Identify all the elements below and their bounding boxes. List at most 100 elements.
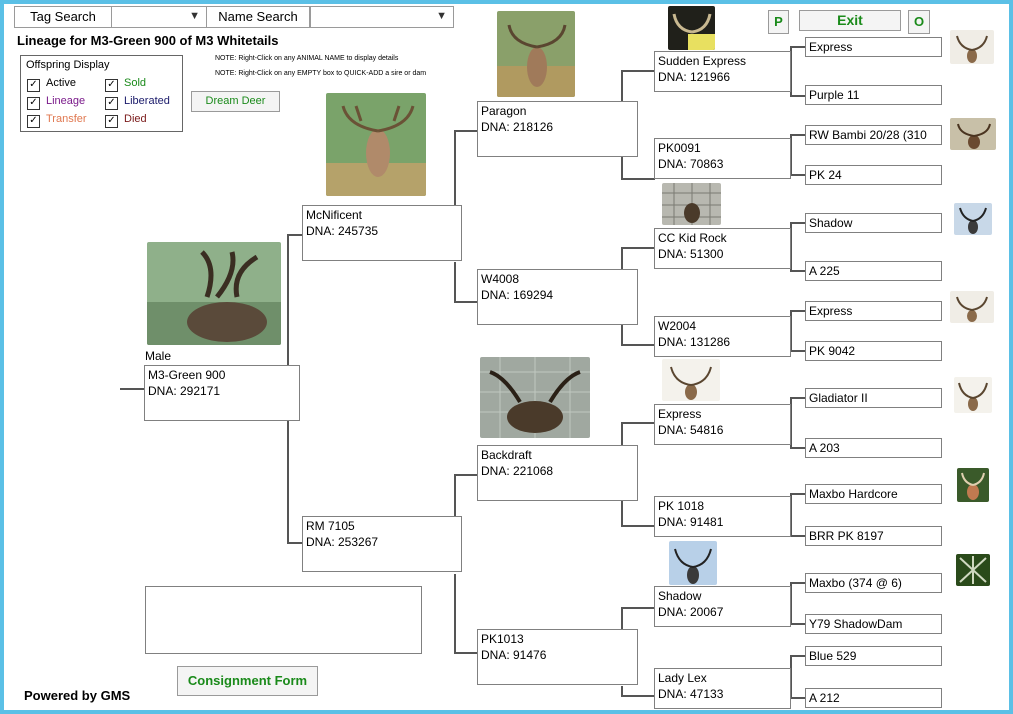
checkbox-transfer[interactable]: ✓ Transfer [27, 113, 87, 128]
ancestor-name-box[interactable]: A 203 [805, 438, 942, 458]
animal-name[interactable]: McNificent [306, 207, 458, 223]
animal-name[interactable]: Shadow [658, 588, 787, 604]
cc-kid-rock-deer-photo [662, 183, 721, 225]
exit-button[interactable]: Exit [799, 10, 901, 31]
chevron-down-icon: ▼ [436, 10, 447, 22]
animal-name[interactable]: Lady Lex [658, 670, 787, 686]
offspring-display-title: Offspring Display [26, 59, 110, 71]
ancestor-box[interactable]: Shadow DNA: 20067 [654, 586, 791, 627]
backdraft-deer-photo [480, 357, 590, 438]
powered-by-label: Powered by GMS [24, 688, 131, 703]
animal-name[interactable]: Backdraft [481, 447, 634, 463]
animal-name[interactable]: CC Kid Rock [658, 230, 787, 246]
ancestor-name-box[interactable]: Gladiator II [805, 388, 942, 408]
ancestor-box[interactable]: Express DNA: 54816 [654, 404, 791, 445]
offspring-display-panel: Offspring Display ✓ Active ✓ Lineage ✓ Tran… [20, 55, 183, 132]
ancestor-name-box[interactable]: Maxbo (374 @ 6) [805, 573, 942, 593]
ancestor-name-box[interactable]: BRR PK 8197 [805, 526, 942, 546]
checkbox-active[interactable]: ✓ Active [27, 77, 76, 92]
check-icon: ✓ [105, 79, 118, 92]
animal-name[interactable]: Paragon [481, 103, 634, 119]
animal-name[interactable]: Sudden Express [658, 53, 787, 69]
check-icon: ✓ [27, 115, 40, 128]
tag-search-label: Tag Search [14, 6, 112, 28]
animal-dna: DNA: 221068 [481, 464, 554, 478]
check-icon: ✓ [27, 79, 40, 92]
express-deer-photo-3 [662, 359, 720, 401]
animal-dna: DNA: 47133 [658, 687, 724, 701]
express-deer-photo-2 [950, 291, 994, 323]
animal-name[interactable]: RM 7105 [306, 518, 458, 534]
ancestor-name-box[interactable]: Express [805, 301, 942, 321]
p-button[interactable]: P [768, 10, 789, 34]
checkbox-label-liberated: Liberated [124, 95, 170, 107]
animal-name[interactable]: W4008 [481, 271, 634, 287]
animal-dna: DNA: 245735 [306, 224, 379, 238]
animal-name[interactable]: W2004 [658, 318, 787, 334]
ancestor-box[interactable]: PK0091 DNA: 70863 [654, 138, 791, 179]
dream-deer-button[interactable]: Dream Deer [191, 91, 280, 112]
animal-dna: DNA: 91481 [658, 515, 724, 529]
page-title: Lineage for M3-Green 900 of M3 Whitetail… [17, 33, 279, 48]
paragon-deer-photo [497, 11, 575, 97]
ancestor-box[interactable]: PK1013 DNA: 91476 [477, 629, 638, 685]
animal-dna: DNA: 218126 [481, 120, 554, 134]
checkbox-died[interactable]: ✓ Died [105, 113, 147, 128]
subject-box[interactable]: M3-Green 900 DNA: 292171 [144, 365, 300, 421]
animal-name[interactable]: Express [658, 406, 787, 422]
animal-dna: DNA: 20067 [658, 605, 724, 619]
dam-box[interactable]: RM 7105 DNA: 253267 [302, 516, 462, 572]
checkbox-label-sold: Sold [124, 77, 147, 89]
rw-bambi-deer-photo [950, 118, 996, 150]
ancestor-name-box[interactable]: Maxbo Hardcore [805, 484, 942, 504]
chevron-down-icon: ▼ [189, 10, 200, 22]
ancestor-box[interactable]: Backdraft DNA: 221068 [477, 445, 638, 501]
ancestor-name-box[interactable]: PK 24 [805, 165, 942, 185]
ancestor-name-box[interactable]: Shadow [805, 213, 942, 233]
ancestor-name-box[interactable]: RW Bambi 20/28 (310 [805, 125, 942, 145]
animal-dna: DNA: 70863 [658, 157, 724, 171]
animal-name[interactable]: PK1013 [481, 631, 634, 647]
checkbox-label-active: Active [46, 77, 76, 89]
maxbo-deer-photo [956, 554, 990, 586]
ancestor-name-box[interactable]: A 212 [805, 688, 942, 708]
checkbox-lineage[interactable]: ✓ Lineage [27, 95, 85, 110]
checkbox-sold[interactable]: ✓ Sold [105, 77, 146, 92]
animal-name[interactable]: PK0091 [658, 140, 787, 156]
ancestor-name-box[interactable]: A 225 [805, 261, 942, 281]
sire-box[interactable]: McNificent DNA: 245735 [302, 205, 462, 261]
shadow-deer-photo-2 [669, 541, 717, 585]
ancestor-name-box[interactable]: Express [805, 37, 942, 57]
checkbox-label-lineage: Lineage [46, 95, 86, 107]
ancestor-box[interactable]: W4008 DNA: 169294 [477, 269, 638, 325]
o-button[interactable]: O [908, 10, 930, 34]
name-search-select[interactable]: ▼ [310, 6, 454, 28]
shadow-deer-photo [954, 203, 992, 235]
ancestor-name-box[interactable]: PK 9042 [805, 341, 942, 361]
ancestor-name-box[interactable]: Blue 529 [805, 646, 942, 666]
check-icon: ✓ [105, 97, 118, 110]
animal-name[interactable]: M3-Green 900 [148, 367, 296, 383]
tag-search-select[interactable]: ▼ [111, 6, 207, 28]
checkbox-liberated[interactable]: ✓ Liberated [105, 95, 170, 110]
ancestor-name-box[interactable]: Y79 ShadowDam [805, 614, 942, 634]
ancestor-name-box[interactable]: Purple 11 [805, 85, 942, 105]
ancestor-box[interactable]: W2004 DNA: 131286 [654, 316, 791, 357]
ancestor-box[interactable]: Paragon DNA: 218126 [477, 101, 638, 157]
express-deer-photo [950, 30, 994, 64]
ancestor-box[interactable]: PK 1018 DNA: 91481 [654, 496, 791, 537]
name-search-label: Name Search [206, 6, 310, 28]
ancestor-box[interactable]: Sudden Express DNA: 121966 [654, 51, 791, 92]
animal-name[interactable]: PK 1018 [658, 498, 787, 514]
animal-dna: DNA: 54816 [658, 423, 724, 437]
consignment-form-button[interactable]: Consignment Form [177, 666, 318, 696]
animal-dna: DNA: 292171 [148, 384, 221, 398]
app-window: Tag Search ▼ Name Search ▼ P Exit O Line… [4, 4, 1009, 710]
animal-dna: DNA: 121966 [658, 70, 731, 84]
empty-quick-add-box[interactable] [145, 586, 422, 654]
ancestor-box[interactable]: Lady Lex DNA: 47133 [654, 668, 791, 709]
animal-dna: DNA: 131286 [658, 335, 731, 349]
ancestor-box[interactable]: CC Kid Rock DNA: 51300 [654, 228, 791, 269]
check-icon: ✓ [27, 97, 40, 110]
subject-deer-photo [147, 242, 281, 345]
